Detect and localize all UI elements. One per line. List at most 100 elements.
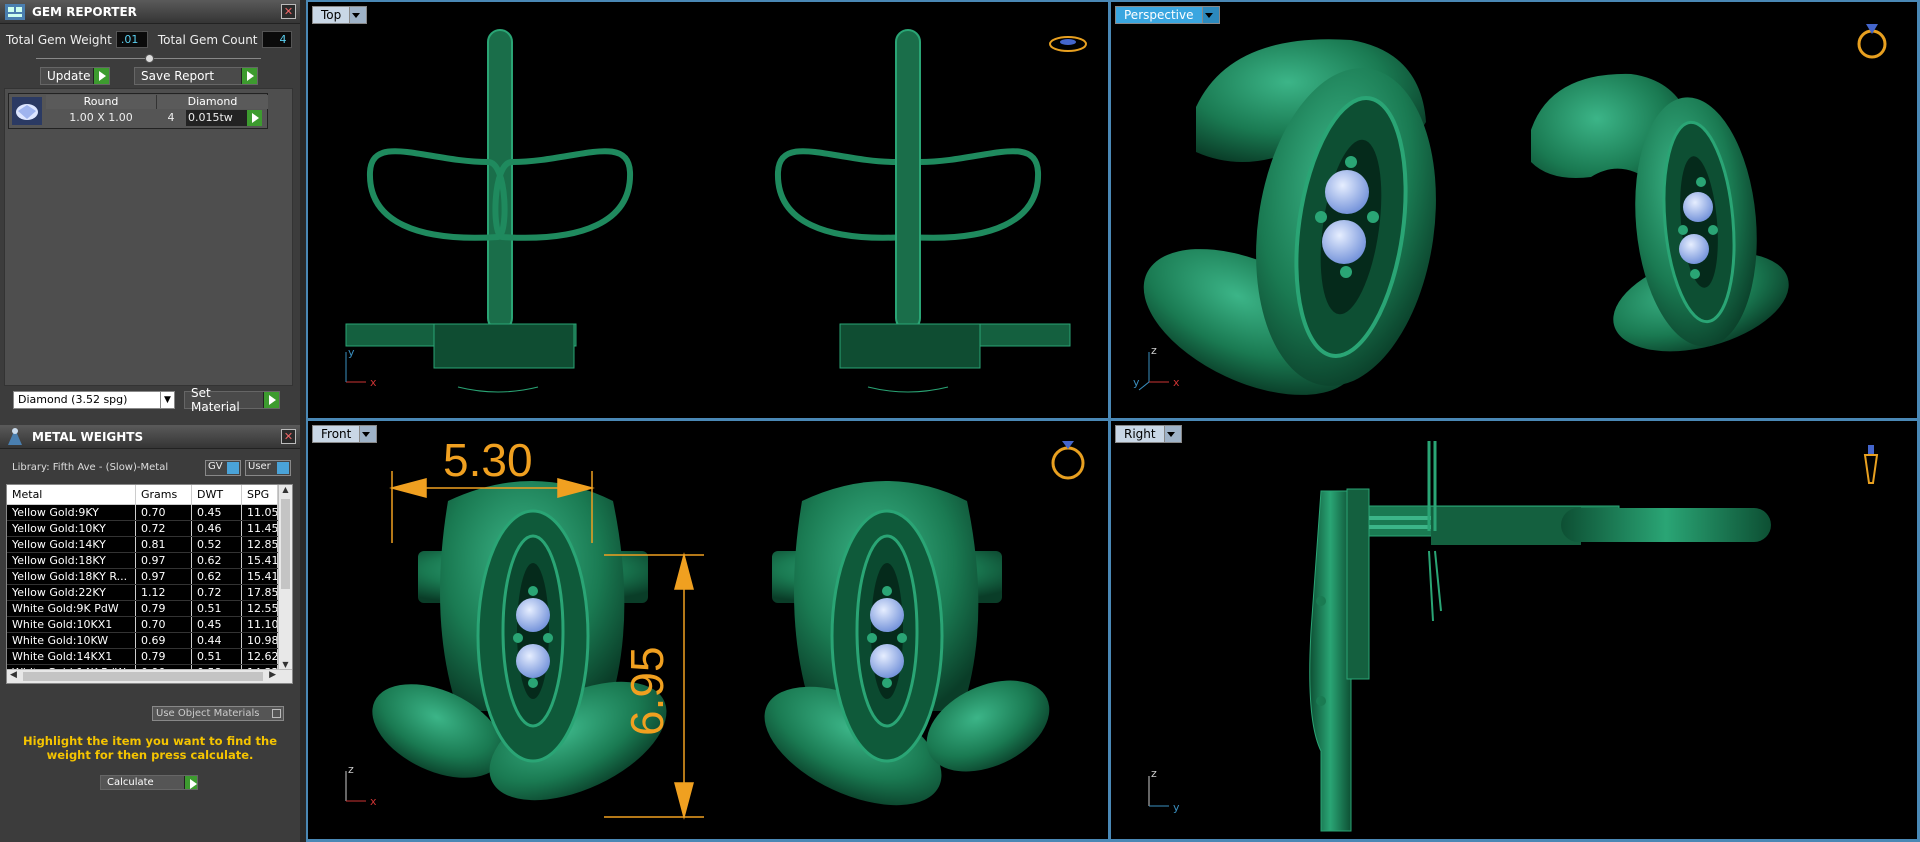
spg-cell: 11.10 — [242, 617, 278, 632]
total-gem-count-value: 4 — [261, 31, 292, 48]
table-row[interactable]: Yellow Gold:14KY 0.81 0.52 12.85 — [7, 537, 292, 553]
col-metal[interactable]: Metal — [7, 485, 136, 504]
axis-x-label: x — [370, 795, 377, 808]
chevron-down-icon[interactable] — [1201, 7, 1219, 23]
perspective-view-label: Perspective — [1124, 8, 1194, 22]
metal-name-cell: White Gold:10KW — [7, 633, 136, 648]
left-panel: GEM REPORTER ✕ Total Gem Weight .01 Tota… — [0, 0, 300, 842]
right-view-label: Right — [1124, 427, 1156, 441]
col-spg[interactable]: SPG — [242, 485, 278, 504]
perspective-viewport[interactable]: Perspective z y x — [1111, 2, 1917, 418]
right-viewport[interactable]: Right z y — [1111, 421, 1917, 839]
set-material-button[interactable]: Set Material — [184, 386, 280, 414]
calculate-button[interactable]: Calculate — [100, 775, 198, 790]
metal-name-cell: Yellow Gold:14KY — [7, 537, 136, 552]
grams-cell: 0.97 — [136, 569, 192, 584]
update-label: Update — [47, 69, 91, 83]
axis-z-label: z — [1151, 767, 1157, 780]
perspective-view-tab[interactable]: Perspective — [1115, 6, 1220, 24]
spg-cell: 12.85 — [242, 537, 278, 552]
gv-toggle[interactable]: GV — [205, 460, 241, 476]
table-row[interactable]: Yellow Gold:22KY 1.12 0.72 17.85 — [7, 585, 292, 601]
metal-name-cell: White Gold:9K PdW — [7, 601, 136, 616]
chevron-down-icon[interactable] — [359, 426, 377, 442]
axis-y-label: y — [348, 346, 355, 359]
use-object-materials-toggle[interactable]: Use Object Materials — [152, 706, 284, 721]
top-view-canvas: y x — [345, 29, 1087, 393]
dwt-cell: 0.72 — [192, 585, 242, 600]
scroll-down-icon[interactable]: ▼ — [279, 660, 292, 669]
scroll-right-icon[interactable]: ▶ — [269, 670, 276, 680]
chevron-down-icon[interactable] — [1163, 426, 1181, 442]
front-viewport[interactable]: Front 5.30 6.95 z x — [308, 421, 1108, 839]
top-viewport[interactable]: Top y x — [308, 2, 1108, 418]
save-report-button[interactable]: Save Report — [134, 67, 258, 85]
play-icon — [184, 776, 197, 789]
scroll-h-thumb[interactable] — [23, 672, 263, 681]
dimension-width-label: 5.30 — [443, 434, 533, 486]
table-row[interactable]: Yellow Gold:18KY 0.97 0.62 15.41 — [7, 553, 292, 569]
play-icon — [93, 68, 109, 84]
set-material-label: Set Material — [191, 386, 240, 414]
ring-top-icon — [1049, 36, 1087, 52]
table-row[interactable]: White Gold:10KW 0.69 0.44 10.98 — [7, 633, 292, 649]
close-gem-reporter-button[interactable]: ✕ — [281, 4, 296, 19]
metal-weights-title: METAL WEIGHTS — [32, 429, 144, 444]
grams-cell: 1.12 — [136, 585, 192, 600]
spg-cell: 11.45 — [242, 521, 278, 536]
gem-material: Diamond — [156, 95, 268, 109]
dwt-cell: 0.62 — [192, 569, 242, 584]
update-button[interactable]: Update — [40, 67, 110, 85]
gem-reporter-icon — [5, 3, 25, 20]
col-dwt[interactable]: DWT — [192, 485, 242, 504]
spg-cell: 11.05 — [242, 505, 278, 520]
size-slider-handle[interactable] — [145, 54, 154, 63]
col-grams[interactable]: Grams — [136, 485, 192, 504]
ring-side-icon — [1863, 445, 1879, 484]
grams-cell: 0.70 — [136, 505, 192, 520]
close-metal-weights-button[interactable]: ✕ — [281, 429, 296, 444]
ring-perspective-icon — [1857, 24, 1887, 59]
gem-reporter-title: GEM REPORTER — [32, 4, 137, 19]
table-row[interactable]: White Gold:10KX1 0.70 0.45 11.10 — [7, 617, 292, 633]
table-header: Metal Grams DWT SPG — [7, 485, 292, 505]
spg-cell: 15.41 — [242, 553, 278, 568]
table-body: Yellow Gold:9KY 0.70 0.45 11.05 Yellow Gold:… — [7, 505, 292, 681]
axis-z-label: z — [348, 763, 354, 776]
user-toggle[interactable]: User — [245, 460, 291, 476]
user-indicator — [277, 462, 289, 474]
grams-cell: 0.97 — [136, 553, 192, 568]
right-view-tab[interactable]: Right — [1115, 425, 1182, 443]
total-gem-count-label: Total Gem Count — [157, 32, 258, 47]
scroll-left-icon[interactable]: ◀ — [10, 670, 17, 680]
vertical-scrollbar[interactable]: ▲ ▼ — [278, 485, 292, 669]
metal-name-cell: Yellow Gold:22KY — [7, 585, 136, 600]
spg-cell: 10.98 — [242, 633, 278, 648]
gem-size: 1.00 X 1.00 — [69, 111, 133, 124]
gem-count: 4 — [167, 111, 175, 124]
material-select[interactable]: Diamond (3.52 spg) ▼ — [13, 391, 175, 409]
dwt-cell: 0.51 — [192, 601, 242, 616]
horizontal-scrollbar[interactable]: ◀ ▶ — [7, 669, 292, 683]
scroll-up-icon[interactable]: ▲ — [279, 485, 292, 494]
table-row[interactable]: Yellow Gold:18KY R... 0.97 0.62 15.41 — [7, 569, 292, 585]
table-row[interactable]: White Gold:14KX1 0.79 0.51 12.62 — [7, 649, 292, 665]
gem-play-button[interactable] — [246, 110, 262, 126]
table-row[interactable]: White Gold:9K PdW 0.79 0.51 12.55 — [7, 601, 292, 617]
grams-cell: 0.70 — [136, 617, 192, 632]
table-row[interactable]: Yellow Gold:10KY 0.72 0.46 11.45 — [7, 521, 292, 537]
scroll-thumb[interactable] — [281, 499, 290, 589]
metal-name-cell: Yellow Gold:18KY — [7, 553, 136, 568]
table-row[interactable]: Yellow Gold:9KY 0.70 0.45 11.05 — [7, 505, 292, 521]
metal-name-cell: Yellow Gold:18KY R... — [7, 569, 136, 584]
dwt-cell: 0.51 — [192, 649, 242, 664]
chevron-down-icon[interactable] — [349, 7, 367, 23]
dwt-cell: 0.46 — [192, 521, 242, 536]
play-icon — [263, 392, 279, 408]
front-view-label: Front — [321, 427, 352, 441]
front-view-tab[interactable]: Front — [312, 425, 378, 443]
axis-x-label: x — [1173, 376, 1180, 389]
gem-details: Round Diamond 1.00 X 1.00 4 0.015tw — [46, 95, 268, 126]
top-view-tab[interactable]: Top — [312, 6, 368, 24]
spg-cell: 15.41 — [242, 569, 278, 584]
